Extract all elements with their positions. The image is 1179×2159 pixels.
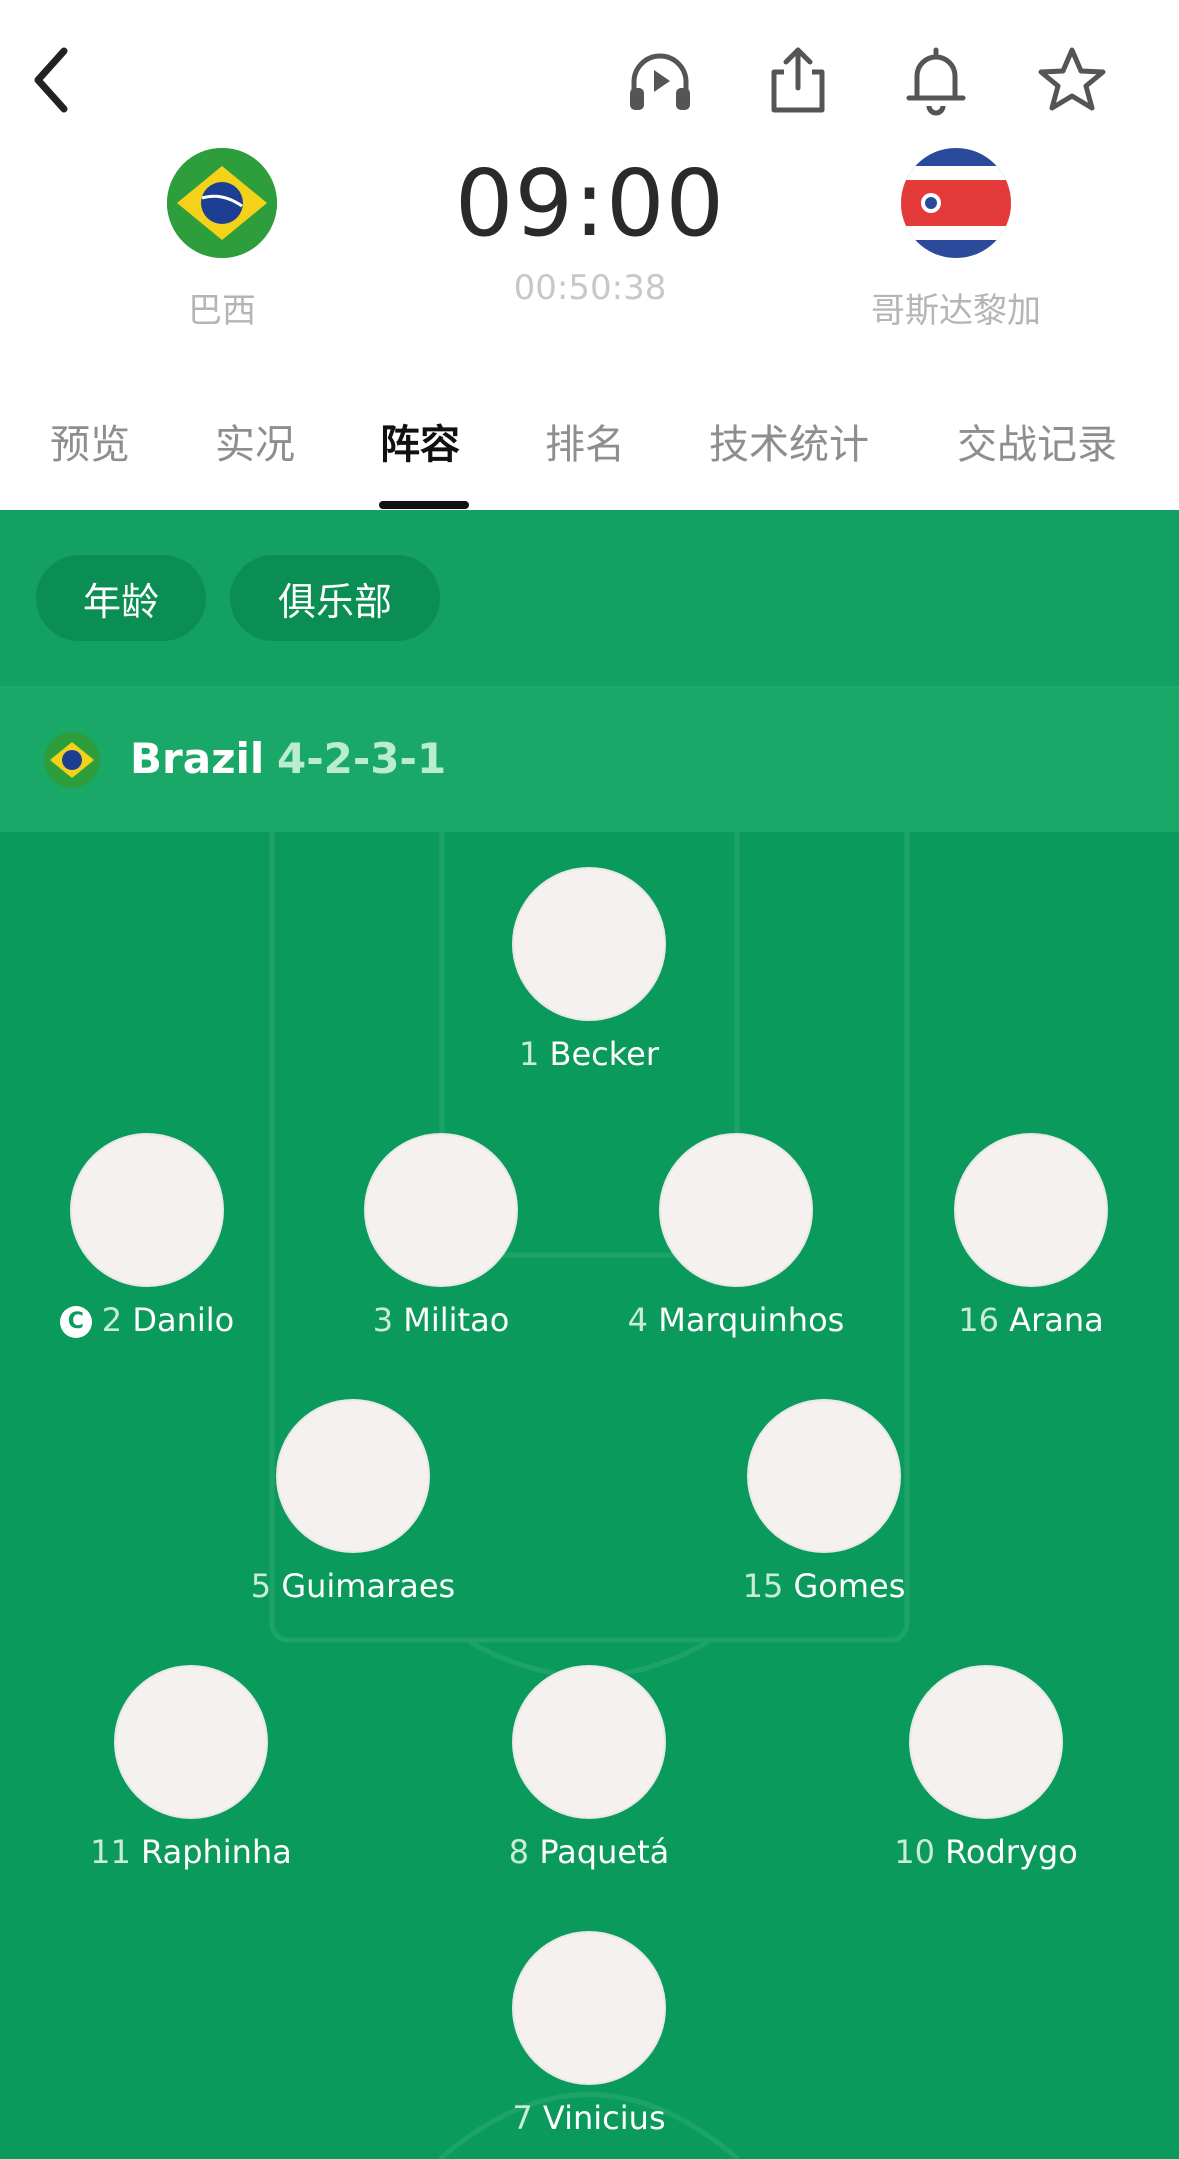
player-photo	[954, 1133, 1108, 1287]
tab-preview[interactable]: 预览	[50, 412, 130, 470]
filter-bar: 年龄 俱乐部	[0, 510, 1179, 688]
player-label: 10 Rodrygo	[894, 1833, 1078, 1871]
player-label: 1 Becker	[519, 1035, 659, 1073]
tab-standings[interactable]: 排名	[545, 412, 625, 470]
lineup-pitch: 年龄 俱乐部 Brazil 4-2-3-1 1 Becker C2 Danilo…	[0, 510, 1179, 2159]
player-card[interactable]: 4 Marquinhos	[586, 1133, 886, 1339]
player-card[interactable]: 7 Vinicius	[439, 1931, 739, 2137]
player-card[interactable]: C2 Danilo	[0, 1133, 297, 1339]
lineup-team-name: Brazil	[130, 734, 265, 783]
brazil-flag-icon	[167, 148, 277, 258]
tab-stats[interactable]: 技术统计	[709, 412, 869, 470]
player-label: 16 Arana	[958, 1301, 1104, 1339]
player-photo	[364, 1133, 518, 1287]
player-photo	[512, 1931, 666, 2085]
filter-club-chip[interactable]: 俱乐部	[230, 555, 440, 641]
player-photo	[512, 1665, 666, 1819]
player-label: 4 Marquinhos	[627, 1301, 845, 1339]
player-card[interactable]: 15 Gomes	[674, 1399, 974, 1605]
player-label: 5 Guimaraes	[250, 1567, 456, 1605]
player-card[interactable]: 5 Guimaraes	[203, 1399, 503, 1605]
countdown-timer: 00:50:38	[513, 268, 667, 308]
player-card[interactable]: 16 Arana	[881, 1133, 1179, 1339]
player-card[interactable]: 11 Raphinha	[41, 1665, 341, 1871]
match-header: 巴西 09:00 00:50:38 哥斯达黎加 预览 实况 阵容 排名 技术统计…	[0, 0, 1179, 510]
tab-live[interactable]: 实况	[215, 412, 295, 470]
player-photo	[909, 1665, 1063, 1819]
player-photo	[70, 1133, 224, 1287]
match-tabs: 预览 实况 阵容 排名 技术统计 交战记录	[0, 400, 1179, 510]
player-label: 15 Gomes	[742, 1567, 906, 1605]
player-photo	[276, 1399, 430, 1553]
tab-lineup[interactable]: 阵容	[380, 412, 460, 470]
player-photo	[114, 1665, 268, 1819]
player-photo	[512, 867, 666, 1021]
player-card[interactable]: 3 Militao	[291, 1133, 591, 1339]
brazil-small-flag-icon	[44, 732, 100, 788]
share-icon[interactable]	[760, 40, 836, 120]
costa-rica-flag-icon	[901, 148, 1011, 258]
player-card[interactable]: 1 Becker	[439, 867, 739, 1073]
player-label: 7 Vinicius	[512, 2099, 666, 2137]
player-card[interactable]: 8 Paquetá	[439, 1665, 739, 1871]
star-icon[interactable]	[1034, 40, 1110, 120]
captain-badge-icon: C	[59, 1306, 92, 1338]
team-formation-row: Brazil 4-2-3-1	[0, 688, 1179, 832]
player-label: 3 Militao	[372, 1301, 510, 1339]
back-icon[interactable]	[20, 40, 80, 120]
player-label: 11 Raphinha	[90, 1833, 292, 1871]
player-photo	[747, 1399, 901, 1553]
active-tab-indicator	[379, 501, 469, 509]
bell-icon[interactable]	[898, 40, 974, 120]
player-photo	[659, 1133, 813, 1287]
player-card[interactable]: 10 Rodrygo	[836, 1665, 1136, 1871]
match-time: 09:00	[454, 150, 726, 257]
tab-head-to-head[interactable]: 交战记录	[957, 412, 1117, 470]
player-label: C2 Danilo	[0, 1301, 297, 1339]
formation-label: 4-2-3-1	[277, 734, 447, 783]
home-team-name: 巴西	[188, 291, 256, 331]
filter-age-chip[interactable]: 年龄	[36, 555, 206, 641]
headphones-icon[interactable]	[622, 40, 698, 120]
away-team-name: 哥斯达黎加	[871, 291, 1041, 331]
player-label: 8 Paquetá	[508, 1833, 670, 1871]
